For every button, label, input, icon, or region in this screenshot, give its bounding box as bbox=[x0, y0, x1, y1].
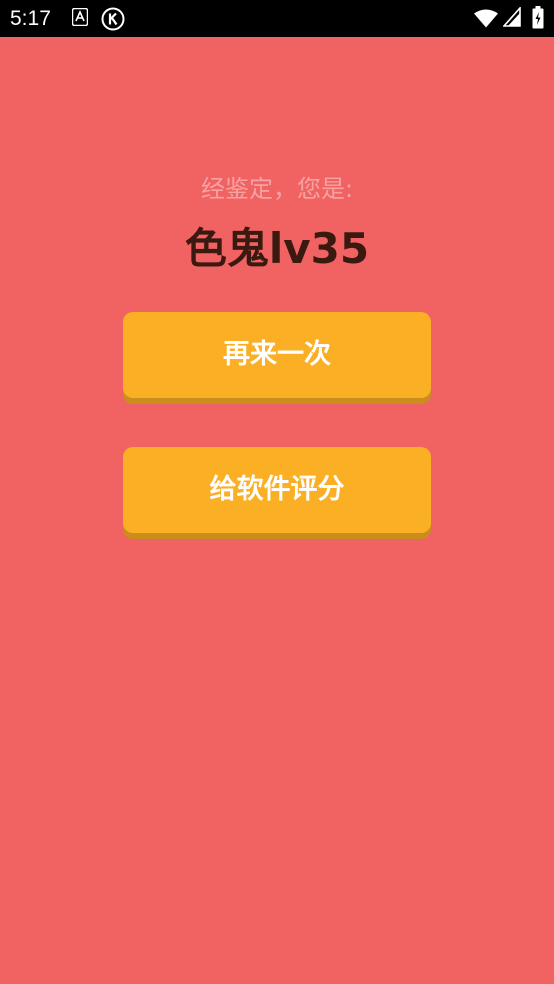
wifi-icon bbox=[474, 9, 498, 28]
result-title: 色鬼lv35 bbox=[184, 224, 370, 273]
status-bar: 5:17 bbox=[0, 0, 554, 37]
battery-icon bbox=[532, 6, 544, 29]
k-notification-icon bbox=[101, 7, 125, 31]
retry-button[interactable]: 再来一次 bbox=[123, 312, 431, 398]
rate-app-button[interactable]: 给软件评分 bbox=[123, 447, 431, 533]
status-time: 5:17 bbox=[10, 7, 51, 30]
cell-signal-icon bbox=[503, 7, 521, 27]
text-notification-icon bbox=[72, 8, 88, 26]
result-intro-text: 经鉴定，您是: bbox=[200, 175, 354, 203]
